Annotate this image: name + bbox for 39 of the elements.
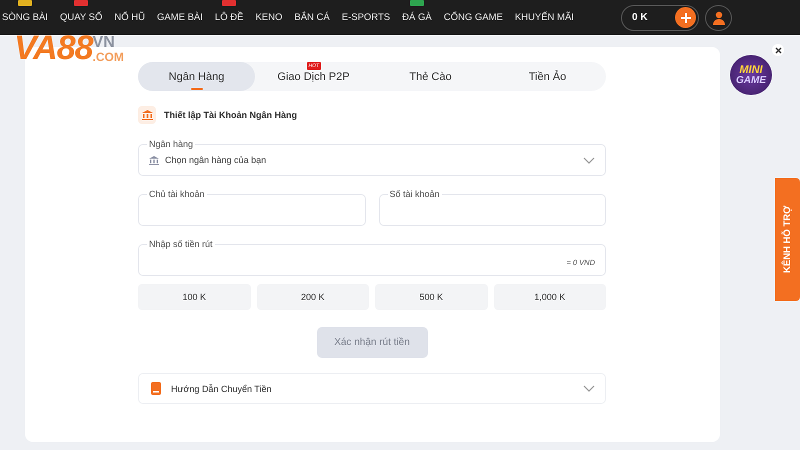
mini-game-badge[interactable]: MINI GAME	[730, 55, 772, 95]
quick-amount-button[interactable]: 500 K	[375, 284, 488, 310]
close-button[interactable]	[772, 44, 784, 56]
nav-link[interactable]: CỔNG GAME	[444, 12, 503, 23]
nav-link[interactable]: SÒNG BÀI	[2, 12, 48, 23]
balance-amount: 0 K	[632, 12, 648, 23]
plus-icon	[680, 12, 692, 24]
document-icon	[151, 382, 161, 395]
tab[interactable]: Ngân Hàng	[138, 62, 255, 91]
guide-accordion[interactable]: Hướng Dẫn Chuyển Tiền	[138, 373, 606, 404]
user-icon	[712, 10, 726, 24]
select-placeholder: Chọn ngân hàng của bạn	[165, 155, 266, 165]
nav-link[interactable]: KENO	[255, 12, 282, 23]
chevron-down-icon	[583, 156, 595, 164]
nav-link[interactable]: E-SPORTS	[342, 12, 390, 23]
quick-amount-button[interactable]: 100 K	[138, 284, 250, 310]
field-label: Chủ tài khoản	[147, 189, 207, 200]
quick-amount-button[interactable]: 200 K	[256, 284, 369, 310]
field-label: Nhập số tiền rút	[147, 239, 215, 250]
nav-link[interactable]: ĐÁ GÀ	[402, 12, 432, 23]
nav-link[interactable]: BẮN CÁ	[294, 12, 330, 23]
tab[interactable]: Thẻ Cào	[372, 62, 489, 91]
nav-link[interactable]: GAME BÀI	[156, 12, 203, 23]
field-label: Số tài khoản	[388, 189, 442, 200]
account-button[interactable]	[705, 4, 732, 30]
guide-title: Hướng Dẫn Chuyển Tiền	[171, 384, 272, 394]
nav-link[interactable]: QUAY SỐ	[60, 12, 102, 23]
quick-amount-button[interactable]: 1,000 K	[494, 284, 606, 310]
bank-icon	[138, 106, 156, 124]
tab[interactable]: Tiền Ảo	[489, 62, 606, 91]
nav-link[interactable]: KHUYẾN MÃI	[514, 12, 574, 23]
section-title: Thiết lập Tài Khoản Ngân Hàng	[164, 110, 298, 120]
nav-link[interactable]: LÔ ĐỀ	[214, 12, 244, 23]
chevron-down-icon	[583, 385, 595, 392]
field-label: Ngân hàng	[147, 139, 196, 150]
close-icon	[774, 46, 782, 54]
nav-link[interactable]: NỔ HŨ	[114, 12, 145, 23]
deposit-button[interactable]	[675, 7, 696, 28]
bank-icon	[149, 156, 159, 164]
